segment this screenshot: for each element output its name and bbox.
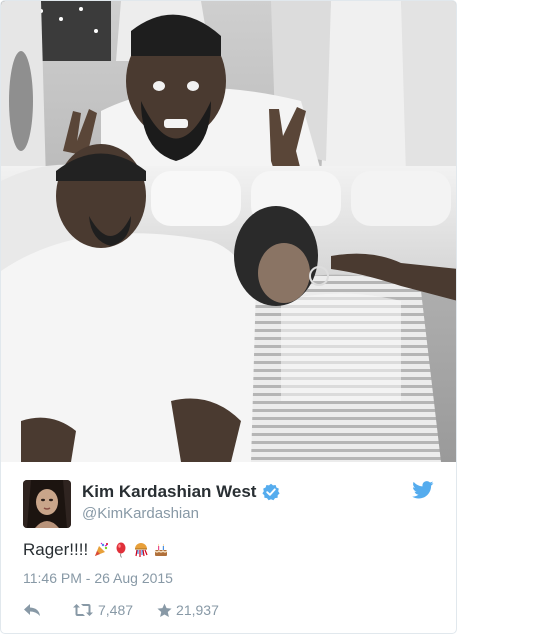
twitter-bird-icon[interactable] bbox=[412, 481, 434, 499]
author-handle[interactable]: @KimKardashian bbox=[82, 505, 199, 522]
birthday-cake-icon bbox=[154, 544, 168, 556]
emoji-row bbox=[93, 542, 169, 558]
tweet-body: Kim Kardashian West @KimKardashian Rager… bbox=[1, 462, 456, 633]
favorite-count: 21,937 bbox=[176, 602, 219, 618]
balloon-icon bbox=[116, 542, 126, 558]
retweet-count: 7,487 bbox=[98, 602, 134, 618]
tweet-actions: 7,487 21,937 bbox=[23, 601, 219, 619]
retweet-button[interactable]: 7,487 bbox=[72, 602, 133, 618]
avatar[interactable] bbox=[23, 480, 71, 528]
confetti-ball-icon bbox=[135, 543, 148, 557]
tweet-timestamp[interactable]: 11:46 PM - 26 Aug 2015 bbox=[23, 570, 173, 586]
retweet-icon bbox=[73, 604, 93, 616]
author-name-row[interactable]: Kim Kardashian West bbox=[82, 482, 281, 502]
tweet-text: Rager!!!! bbox=[23, 540, 169, 560]
verified-badge-icon bbox=[262, 483, 281, 501]
tweet-text-content: Rager!!!! bbox=[23, 540, 89, 559]
party-popper-icon bbox=[95, 542, 109, 556]
favorite-button[interactable]: 21,937 bbox=[157, 602, 219, 618]
author-display-name[interactable]: Kim Kardashian West bbox=[82, 482, 256, 502]
tweet-card: Kim Kardashian West @KimKardashian Rager… bbox=[0, 0, 457, 634]
tweet-photo[interactable] bbox=[1, 1, 456, 462]
reply-button[interactable] bbox=[23, 603, 41, 617]
star-icon bbox=[157, 603, 172, 617]
reply-icon bbox=[24, 604, 40, 616]
